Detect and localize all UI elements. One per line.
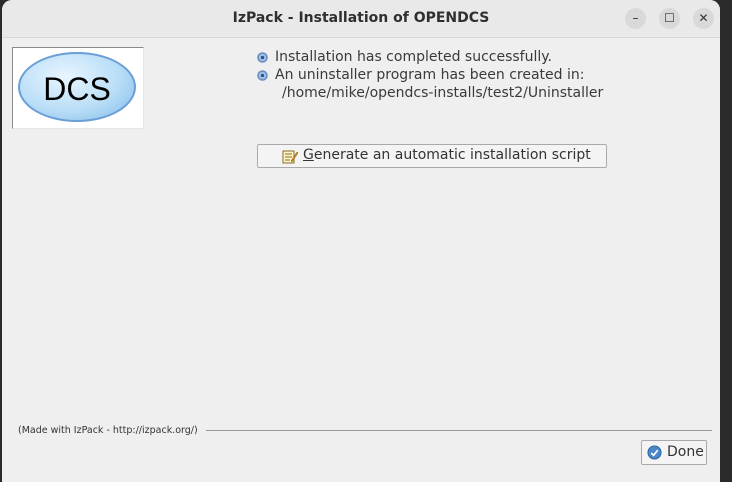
title-bar[interactable]: IzPack - Installation of OPENDCS – ☐ ✕	[2, 0, 720, 38]
logo-ellipse: DCS	[18, 52, 136, 122]
uninstaller-path: /home/mike/opendcs-installs/test2/Uninst…	[282, 85, 604, 101]
gear-icon	[257, 70, 268, 81]
generate-script-label: Generate an automatic installation scrip…	[303, 147, 591, 163]
done-button[interactable]: Done	[641, 440, 707, 465]
minimize-button[interactable]: –	[625, 8, 646, 29]
made-with-izpack: (Made with IzPack - http://izpack.org/)	[18, 425, 198, 436]
generate-script-button[interactable]: Generate an automatic installation scrip…	[257, 144, 607, 168]
done-label: Done	[667, 444, 704, 460]
message-text: An uninstaller program has been created …	[275, 67, 585, 83]
installer-window: IzPack - Installation of OPENDCS – ☐ ✕ D…	[2, 0, 720, 482]
footer-separator	[206, 430, 712, 431]
logo: DCS	[12, 47, 144, 129]
window-title: IzPack - Installation of OPENDCS	[232, 10, 490, 26]
gear-icon	[257, 52, 268, 63]
close-button[interactable]: ✕	[693, 8, 714, 29]
notepad-pencil-icon	[282, 150, 298, 164]
maximize-button[interactable]: ☐	[659, 8, 680, 29]
checkmark-icon	[647, 445, 662, 460]
logo-text: DCS	[43, 71, 111, 107]
message-text: Installation has completed successfully.	[275, 49, 552, 65]
